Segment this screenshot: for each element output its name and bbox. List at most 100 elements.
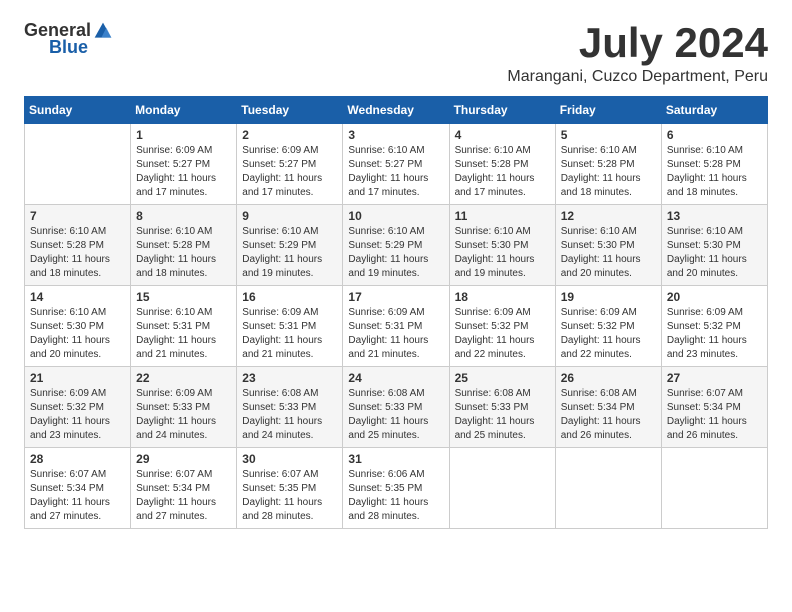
day-info: Sunrise: 6:08 AMSunset: 5:33 PMDaylight:… (242, 387, 337, 443)
day-info: Sunrise: 6:10 AMSunset: 5:28 PMDaylight:… (455, 144, 550, 200)
header-sunday: Sunday (25, 97, 131, 124)
day-info: Sunrise: 6:09 AMSunset: 5:31 PMDaylight:… (242, 306, 337, 362)
calendar-cell: 5 Sunrise: 6:10 AMSunset: 5:28 PMDaylight… (555, 124, 661, 205)
calendar-cell: 31 Sunrise: 6:06 AMSunset: 5:35 PMDayligh… (343, 448, 449, 529)
day-info: Sunrise: 6:09 AMSunset: 5:32 PMDaylight:… (667, 306, 762, 362)
day-info: Sunrise: 6:10 AMSunset: 5:31 PMDaylight:… (136, 306, 231, 362)
calendar-cell (555, 448, 661, 529)
day-number: 8 (136, 209, 231, 223)
calendar-week-2: 7 Sunrise: 6:10 AMSunset: 5:28 PMDaylight… (25, 205, 768, 286)
calendar-cell: 9 Sunrise: 6:10 AMSunset: 5:29 PMDaylight… (237, 205, 343, 286)
calendar-week-5: 28 Sunrise: 6:07 AMSunset: 5:34 PMDayligh… (25, 448, 768, 529)
day-info: Sunrise: 6:10 AMSunset: 5:27 PMDaylight:… (348, 144, 443, 200)
day-number: 4 (455, 128, 550, 142)
calendar-cell: 23 Sunrise: 6:08 AMSunset: 5:33 PMDayligh… (237, 367, 343, 448)
day-number: 28 (30, 452, 125, 466)
calendar-cell: 8 Sunrise: 6:10 AMSunset: 5:28 PMDaylight… (131, 205, 237, 286)
day-number: 20 (667, 290, 762, 304)
logo-icon (93, 21, 113, 41)
calendar-cell: 13Sunrise: 6:10 AMSunset: 5:30 PMDayligh… (661, 205, 767, 286)
calendar-cell: 3 Sunrise: 6:10 AMSunset: 5:27 PMDaylight… (343, 124, 449, 205)
calendar-cell: 28 Sunrise: 6:07 AMSunset: 5:34 PMDayligh… (25, 448, 131, 529)
day-number: 2 (242, 128, 337, 142)
header-tuesday: Tuesday (237, 97, 343, 124)
day-number: 30 (242, 452, 337, 466)
day-number: 23 (242, 371, 337, 385)
day-info: Sunrise: 6:09 AMSunset: 5:27 PMDaylight:… (242, 144, 337, 200)
day-number: 18 (455, 290, 550, 304)
day-number: 9 (242, 209, 337, 223)
calendar-cell: 24 Sunrise: 6:08 AMSunset: 5:33 PMDayligh… (343, 367, 449, 448)
day-number: 6 (667, 128, 762, 142)
day-info: Sunrise: 6:10 AMSunset: 5:29 PMDaylight:… (348, 225, 443, 281)
calendar-cell (661, 448, 767, 529)
calendar-week-4: 21 Sunrise: 6:09 AMSunset: 5:32 PMDayligh… (25, 367, 768, 448)
day-info: Sunrise: 6:09 AMSunset: 5:33 PMDaylight:… (136, 387, 231, 443)
calendar-cell (25, 124, 131, 205)
day-info: Sunrise: 6:10 AMSunset: 5:28 PMDaylight:… (136, 225, 231, 281)
day-number: 17 (348, 290, 443, 304)
day-info: Sunrise: 6:07 AMSunset: 5:34 PMDaylight:… (30, 468, 125, 524)
day-info: Sunrise: 6:07 AMSunset: 5:35 PMDaylight:… (242, 468, 337, 524)
calendar-cell: 17 Sunrise: 6:09 AMSunset: 5:31 PMDayligh… (343, 286, 449, 367)
day-info: Sunrise: 6:10 AMSunset: 5:28 PMDaylight:… (667, 144, 762, 200)
logo-blue: Blue (49, 37, 88, 58)
calendar-cell: 15 Sunrise: 6:10 AMSunset: 5:31 PMDayligh… (131, 286, 237, 367)
day-info: Sunrise: 6:07 AMSunset: 5:34 PMDaylight:… (136, 468, 231, 524)
day-number: 31 (348, 452, 443, 466)
calendar-cell: 18 Sunrise: 6:09 AMSunset: 5:32 PMDayligh… (449, 286, 555, 367)
day-number: 15 (136, 290, 231, 304)
calendar-cell: 20 Sunrise: 6:09 AMSunset: 5:32 PMDayligh… (661, 286, 767, 367)
day-info: Sunrise: 6:08 AMSunset: 5:34 PMDaylight:… (561, 387, 656, 443)
day-number: 11 (455, 209, 550, 223)
header-monday: Monday (131, 97, 237, 124)
day-number: 19 (561, 290, 656, 304)
calendar-cell: 25 Sunrise: 6:08 AMSunset: 5:33 PMDayligh… (449, 367, 555, 448)
calendar-table: SundayMondayTuesdayWednesdayThursdayFrid… (24, 96, 768, 529)
calendar-cell: 6 Sunrise: 6:10 AMSunset: 5:28 PMDaylight… (661, 124, 767, 205)
header-saturday: Saturday (661, 97, 767, 124)
page-header: General Blue July 2024 Marangani, Cuzco … (24, 20, 768, 86)
calendar-cell: 10Sunrise: 6:10 AMSunset: 5:29 PMDayligh… (343, 205, 449, 286)
month-title: July 2024 (507, 20, 768, 66)
calendar-cell: 30 Sunrise: 6:07 AMSunset: 5:35 PMDayligh… (237, 448, 343, 529)
day-number: 7 (30, 209, 125, 223)
calendar-cell: 11 Sunrise: 6:10 AMSunset: 5:30 PMDayligh… (449, 205, 555, 286)
calendar-cell: 14Sunrise: 6:10 AMSunset: 5:30 PMDayligh… (25, 286, 131, 367)
calendar-cell: 2 Sunrise: 6:09 AMSunset: 5:27 PMDaylight… (237, 124, 343, 205)
header-wednesday: Wednesday (343, 97, 449, 124)
calendar-cell: 7 Sunrise: 6:10 AMSunset: 5:28 PMDaylight… (25, 205, 131, 286)
calendar-cell: 29Sunrise: 6:07 AMSunset: 5:34 PMDayligh… (131, 448, 237, 529)
day-info: Sunrise: 6:09 AMSunset: 5:32 PMDaylight:… (30, 387, 125, 443)
day-number: 25 (455, 371, 550, 385)
day-info: Sunrise: 6:09 AMSunset: 5:27 PMDaylight:… (136, 144, 231, 200)
calendar-cell: 26 Sunrise: 6:08 AMSunset: 5:34 PMDayligh… (555, 367, 661, 448)
day-info: Sunrise: 6:10 AMSunset: 5:29 PMDaylight:… (242, 225, 337, 281)
day-number: 21 (30, 371, 125, 385)
day-number: 12 (561, 209, 656, 223)
day-info: Sunrise: 6:09 AMSunset: 5:31 PMDaylight:… (348, 306, 443, 362)
day-info: Sunrise: 6:08 AMSunset: 5:33 PMDaylight:… (348, 387, 443, 443)
calendar-cell: 12Sunrise: 6:10 AMSunset: 5:30 PMDayligh… (555, 205, 661, 286)
header-friday: Friday (555, 97, 661, 124)
calendar-cell: 22Sunrise: 6:09 AMSunset: 5:33 PMDayligh… (131, 367, 237, 448)
day-number: 5 (561, 128, 656, 142)
day-number: 24 (348, 371, 443, 385)
day-info: Sunrise: 6:08 AMSunset: 5:33 PMDaylight:… (455, 387, 550, 443)
day-info: Sunrise: 6:09 AMSunset: 5:32 PMDaylight:… (455, 306, 550, 362)
calendar-week-3: 14Sunrise: 6:10 AMSunset: 5:30 PMDayligh… (25, 286, 768, 367)
logo: General Blue (24, 20, 113, 58)
title-area: July 2024 Marangani, Cuzco Department, P… (507, 20, 768, 86)
day-number: 3 (348, 128, 443, 142)
calendar-header-row: SundayMondayTuesdayWednesdayThursdayFrid… (25, 97, 768, 124)
calendar-cell: 21 Sunrise: 6:09 AMSunset: 5:32 PMDayligh… (25, 367, 131, 448)
day-info: Sunrise: 6:10 AMSunset: 5:30 PMDaylight:… (455, 225, 550, 281)
header-thursday: Thursday (449, 97, 555, 124)
day-number: 16 (242, 290, 337, 304)
day-info: Sunrise: 6:06 AMSunset: 5:35 PMDaylight:… (348, 468, 443, 524)
calendar-cell: 1Sunrise: 6:09 AMSunset: 5:27 PMDaylight… (131, 124, 237, 205)
day-info: Sunrise: 6:10 AMSunset: 5:28 PMDaylight:… (561, 144, 656, 200)
day-number: 14 (30, 290, 125, 304)
day-info: Sunrise: 6:10 AMSunset: 5:28 PMDaylight:… (30, 225, 125, 281)
day-number: 26 (561, 371, 656, 385)
